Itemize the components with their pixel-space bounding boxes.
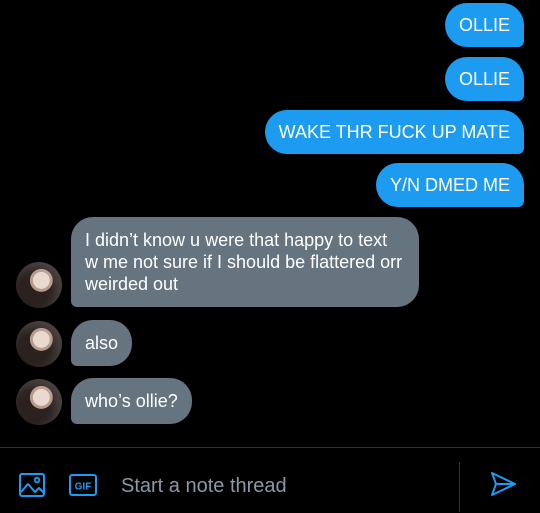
message-input[interactable]: Start a note thread (121, 474, 287, 498)
outgoing-message[interactable]: Y/N DMED ME (375, 163, 524, 207)
avatar[interactable] (16, 379, 62, 425)
avatar[interactable] (16, 262, 62, 308)
incoming-message[interactable]: who’s ollie? (71, 378, 192, 424)
gif-icon[interactable]: GIF (69, 471, 97, 499)
incoming-message[interactable]: also (71, 320, 133, 366)
outgoing-message[interactable]: OLLIE (444, 3, 524, 47)
gif-icon-label: GIF (75, 482, 92, 493)
incoming-message[interactable]: I didn’t know u were that happy to text … (71, 217, 419, 307)
outgoing-message[interactable]: OLLIE (444, 57, 524, 101)
avatar[interactable] (16, 321, 62, 367)
outgoing-message[interactable]: WAKE THR FUCK UP MATE (264, 110, 524, 154)
message-thread: OLLIE OLLIE WAKE THR FUCK UP MATE Y/N DM… (0, 0, 540, 447)
send-icon[interactable] (489, 470, 517, 498)
message-composer: GIF Start a note thread (0, 448, 540, 513)
image-icon[interactable] (18, 471, 46, 499)
composer-separator (459, 462, 460, 512)
